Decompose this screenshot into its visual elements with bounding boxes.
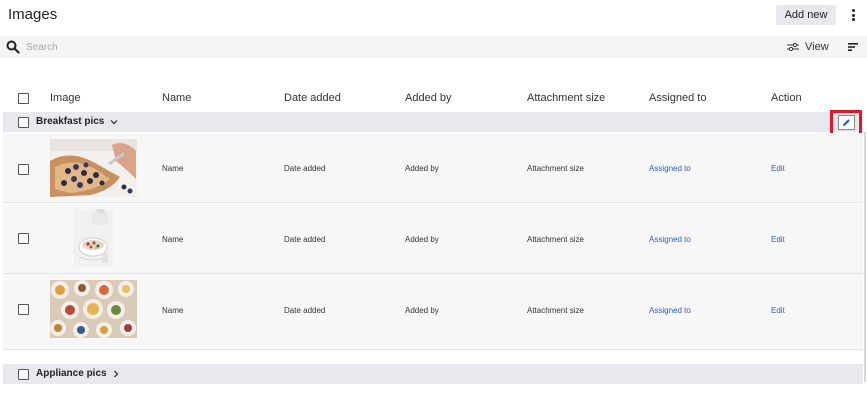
row-name: Name [162,235,184,244]
row-assigned-to-link[interactable]: Assigned to [649,306,691,315]
row-edit-link[interactable]: Edit [771,306,785,315]
table-row[interactable]: Name Date added Added by Attachment size… [3,204,863,274]
view-label: View [805,41,829,53]
page-title: Images [8,6,58,23]
table-row[interactable]: Name Date added Added by Attachment size… [3,133,863,203]
search-bar: View [0,36,867,58]
row-date-added: Date added [284,306,326,315]
row-checkbox[interactable] [18,304,29,315]
row-attachment-size: Attachment size [527,306,584,315]
search-icon[interactable] [6,40,20,54]
group-row-appliance-pics[interactable]: Appliance pics [3,364,863,384]
blueberry-toast-photo [50,139,137,197]
table-row[interactable]: Name Date added Added by Attachment size… [3,274,863,350]
row-date-added: Date added [284,235,326,244]
brunch-spread-photo [50,280,137,338]
vertical-scrollbar[interactable] [864,132,866,382]
column-header-date-added[interactable]: Date added [284,92,341,104]
select-all-checkbox[interactable] [18,93,29,104]
row-added-by: Added by [405,164,439,173]
group-label: Breakfast pics [36,116,105,127]
granola-bowl-photo [74,209,113,267]
pencil-icon [843,119,850,126]
group-checkbox[interactable] [18,117,29,128]
row-added-by: Added by [405,235,439,244]
add-new-button[interactable]: Add new [776,5,836,25]
view-button[interactable]: View [787,39,829,55]
row-attachment-size: Attachment size [527,164,584,173]
row-name: Name [162,306,184,315]
row-name: Name [162,164,184,173]
row-date-added: Date added [284,164,326,173]
column-header-attachment-size[interactable]: Attachment size [527,92,605,104]
column-header-name[interactable]: Name [162,92,191,104]
group-toggle[interactable]: Breakfast pics [36,116,118,127]
row-assigned-to-link[interactable]: Assigned to [649,235,691,244]
group-label: Appliance pics [36,368,107,379]
page-header: Images Add new [0,0,867,32]
row-checkbox[interactable] [18,164,29,175]
group-checkbox[interactable] [18,369,29,380]
row-checkbox[interactable] [18,233,29,244]
row-assigned-to-link[interactable]: Assigned to [649,164,691,173]
more-options-icon[interactable] [846,6,860,24]
row-edit-link[interactable]: Edit [771,164,785,173]
sliders-icon [787,42,799,52]
search-input[interactable] [26,38,326,56]
row-edit-link[interactable]: Edit [771,235,785,244]
group-row-breakfast-pics[interactable]: Breakfast pics [3,112,863,132]
group-edit-button[interactable] [838,115,855,130]
chevron-right-icon [113,370,118,377]
column-header-assigned-to[interactable]: Assigned to [649,92,706,104]
column-header-image[interactable]: Image [50,92,81,104]
row-attachment-size: Attachment size [527,235,584,244]
chevron-down-icon [110,119,118,124]
column-header-action: Action [771,92,802,104]
group-toggle[interactable]: Appliance pics [36,368,119,379]
row-added-by: Added by [405,306,439,315]
sort-lines-icon[interactable] [847,41,859,53]
column-header-added-by[interactable]: Added by [405,92,451,104]
